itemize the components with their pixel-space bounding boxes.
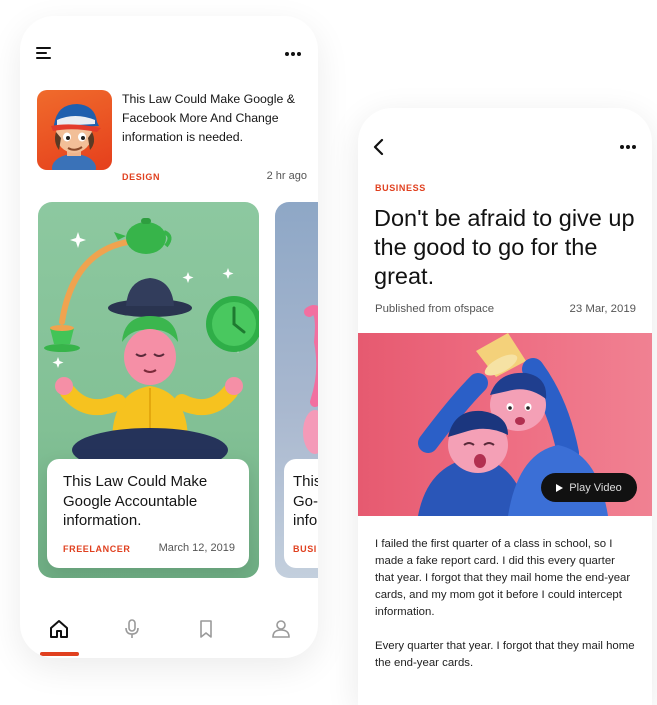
featured-time: 2 hr ago bbox=[266, 170, 307, 182]
article-category[interactable]: BUSINESS bbox=[375, 183, 426, 193]
article-screen: BUSINESS Don't be afraid to give up the … bbox=[358, 108, 652, 705]
card-title: This Law Could Make Google Accountable i… bbox=[63, 473, 208, 529]
card-category[interactable]: FREELANCER bbox=[63, 544, 131, 554]
next-card-category[interactable]: BUSI bbox=[293, 544, 317, 554]
bottom-tab-bar bbox=[20, 614, 318, 658]
featured-category[interactable]: DESIGN bbox=[122, 172, 160, 182]
next-card-title-line: Go- bbox=[293, 492, 318, 510]
back-arrow-icon[interactable] bbox=[372, 138, 386, 156]
microphone-tab-icon[interactable] bbox=[121, 618, 143, 640]
article-paragraph: Every quarter that year. I forgot that t… bbox=[375, 640, 635, 669]
next-card-title: This Go- info bbox=[293, 472, 318, 531]
more-options-icon[interactable] bbox=[620, 145, 636, 149]
card-date: March 12, 2019 bbox=[158, 542, 235, 554]
featured-thumbnail bbox=[37, 90, 112, 170]
active-tab-indicator bbox=[40, 652, 79, 656]
next-article-card[interactable]: This Go- info BUSI bbox=[275, 202, 318, 578]
play-icon bbox=[556, 483, 564, 492]
article-card-info: This Law Could Make Google Accountable i… bbox=[47, 459, 249, 568]
article-body: I failed the first quarter of a class in… bbox=[375, 536, 637, 689]
featured-article-row[interactable]: This Law Could Make Google & Facebook Mo… bbox=[37, 90, 307, 190]
hamburger-menu-icon[interactable] bbox=[36, 47, 52, 61]
article-headline: Don't be afraid to give up the good to g… bbox=[374, 205, 635, 289]
play-video-button[interactable]: Play Video bbox=[541, 473, 637, 502]
article-hero-video[interactable]: Play Video bbox=[358, 333, 652, 516]
featured-title: This Law Could Make Google & Facebook Mo… bbox=[122, 92, 295, 144]
profile-tab-icon[interactable] bbox=[270, 618, 292, 640]
cartoon-boy-illustration bbox=[51, 104, 101, 170]
article-paragraph: I failed the first quarter of a class in… bbox=[375, 538, 631, 618]
feed-screen: This Law Could Make Google & Facebook Mo… bbox=[20, 16, 318, 658]
more-options-icon[interactable] bbox=[285, 52, 301, 56]
article-card[interactable]: This Law Could Make Google Accountable i… bbox=[38, 202, 259, 578]
next-card-info: This Go- info BUSI bbox=[284, 459, 318, 568]
article-date: 23 Mar, 2019 bbox=[569, 303, 637, 315]
home-tab-icon[interactable] bbox=[48, 618, 70, 640]
next-card-title-line: info bbox=[293, 512, 318, 529]
bookmark-tab-icon[interactable] bbox=[195, 618, 217, 640]
top-bar bbox=[20, 16, 318, 76]
play-video-label: Play Video bbox=[569, 481, 622, 494]
article-publisher: Published from ofspace bbox=[375, 303, 495, 315]
next-card-title-line: This bbox=[293, 473, 318, 490]
